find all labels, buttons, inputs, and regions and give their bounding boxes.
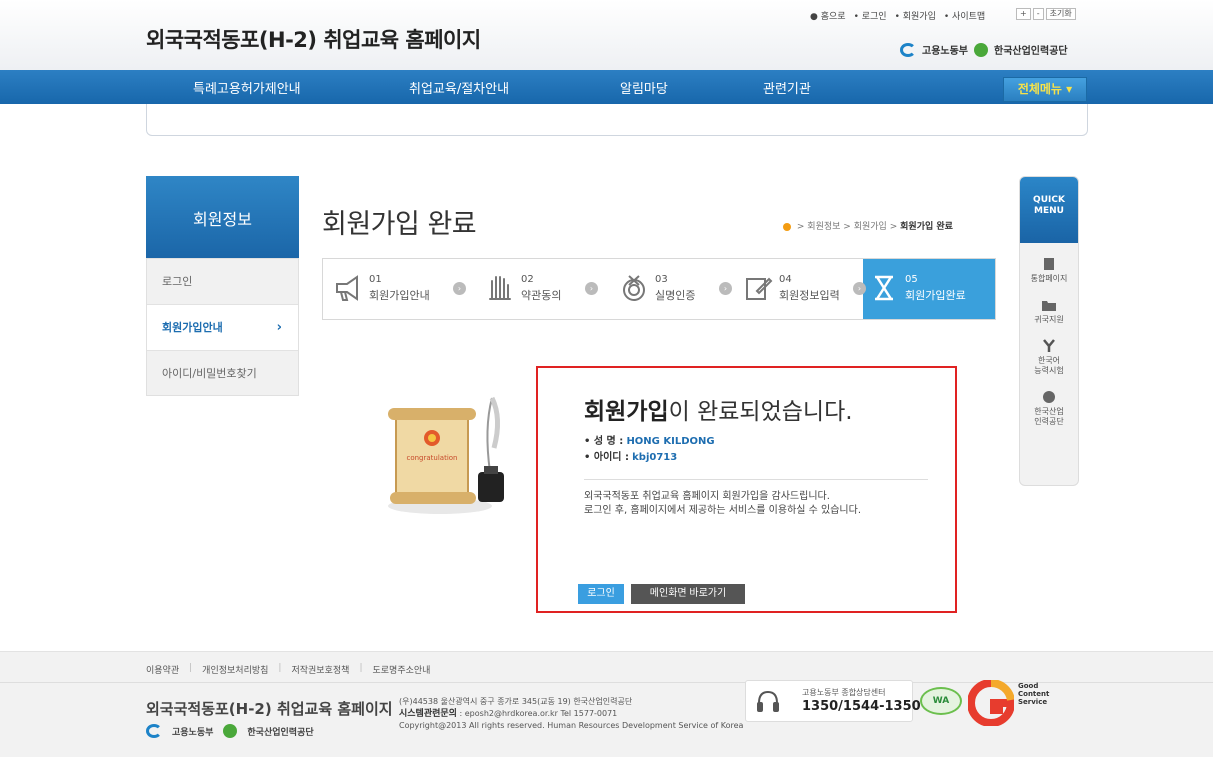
signup-link[interactable]: • 회원가입	[895, 9, 936, 22]
step-1: 01 회원가입안내	[333, 259, 453, 319]
member-info: • 성 명 : HONG KILDONG • 아이디 : kbj0713	[584, 434, 715, 466]
headset-icon	[757, 690, 779, 712]
step-arrow-icon: ›	[719, 282, 732, 295]
megaphone-icon	[336, 275, 358, 301]
nav-item-notices[interactable]: 알림마당	[620, 78, 668, 97]
page: 외국국적동포(H-2) 취업교육 홈페이지 ● 홈으로 • 로그인 • 회원가입…	[0, 0, 1213, 757]
congratulation-scroll-illustration: congratulation	[388, 396, 504, 514]
moel-logo-icon	[146, 724, 162, 738]
nav-item-special-permit[interactable]: 특례고용허가제안내	[193, 78, 301, 97]
chevron-right-icon: ›	[276, 320, 282, 335]
hrdkorea-icon	[1043, 391, 1055, 403]
footer: 이용약관 | 개인정보처리방침 | 저작권보호정책 | 도로명주소안내 외국국적동포(…	[0, 651, 1213, 757]
good-content-logo-icon	[968, 680, 1014, 726]
go-main-button[interactable]: 메인화면 바로가기	[631, 584, 745, 604]
step-3: 03 실명인증	[619, 259, 729, 319]
all-menu-button[interactable]: 전체메뉴 ▾	[1003, 77, 1087, 102]
left-menu-item-find-account[interactable]: 아이디/비밀번호찾기	[147, 351, 298, 397]
breadcrumb-member[interactable]: 회원정보	[807, 222, 840, 232]
step-4: 04 회원정보입력	[743, 259, 861, 319]
call-center-box: 고용노동부 종합상담센터 1350/1544-1350	[745, 680, 921, 722]
nav-item-education[interactable]: 취업교육/절차안내	[409, 78, 509, 97]
page-title: 회원가입 완료	[322, 209, 477, 240]
hrdkorea-logo-icon	[223, 724, 238, 738]
site-title[interactable]: 외국국적동포(H-2) 취업교육 홈페이지	[146, 24, 481, 54]
fingerprint-icon	[623, 275, 645, 301]
quick-item-integrated[interactable]: 통합페이지	[1020, 257, 1078, 284]
document-edit-icon	[746, 277, 773, 300]
footer-link-privacy[interactable]: 개인정보처리방침	[202, 663, 268, 676]
good-content-service-label: Good Content Service	[1018, 682, 1050, 706]
hrdkorea-logo-text[interactable]: 한국산업인력공단	[994, 42, 1068, 57]
header-logos: 고용노동부 한국산업인력공단	[900, 42, 1068, 57]
quick-item-return-support[interactable]: 귀국지원	[1020, 298, 1078, 325]
signup-steps: 01 회원가입안내 › 02 약관동의 › 03 실명인증 › 04 회원정보입…	[322, 258, 996, 320]
nav-item-related[interactable]: 관련기관	[763, 78, 811, 97]
moel-logo-icon	[900, 42, 916, 57]
login-button[interactable]: 로그인	[578, 584, 624, 604]
font-decrease-button[interactable]: -	[1032, 8, 1044, 20]
divider	[584, 479, 928, 480]
utility-links: ● 홈으로 • 로그인 • 회원가입 • 사이트맵	[810, 9, 985, 22]
left-menu: 로그인 회원가입안내 › 아이디/비밀번호찾기	[146, 258, 299, 396]
left-menu-item-signup[interactable]: 회원가입안내 ›	[147, 305, 298, 351]
step-2: 02 약관동의	[485, 259, 595, 319]
quick-menu: QUICK MENU 통합페이지 귀국지원 한국어 능력시험 한국산업 인력공단	[1019, 176, 1079, 486]
name-label: • 성 명 :	[584, 436, 624, 447]
login-link[interactable]: • 로그인	[854, 9, 887, 22]
quick-menu-title: QUICK MENU	[1020, 177, 1078, 243]
home-link[interactable]: ● 홈으로	[810, 9, 846, 22]
breadcrumb-signup[interactable]: 회원가입	[854, 222, 887, 232]
sitemap-link[interactable]: • 사이트맵	[944, 9, 985, 22]
font-reset-button[interactable]: 초기화	[1045, 8, 1076, 20]
footer-link-address[interactable]: 도로명주소안내	[372, 663, 430, 676]
top-header: 외국국적동포(H-2) 취업교육 홈페이지 ● 홈으로 • 로그인 • 회원가입…	[0, 0, 1213, 70]
quick-item-hrdkorea[interactable]: 한국산업 인력공단	[1020, 390, 1078, 427]
signup-complete-box: 회원가입이 완료되었습니다. • 성 명 : HONG KILDONG • 아이…	[536, 366, 957, 613]
footer-link-copyright[interactable]: 저작권보호정책	[291, 663, 349, 676]
sub-nav-bar	[146, 104, 1088, 136]
step-arrow-icon: ›	[585, 282, 598, 295]
footer-links: 이용약관 | 개인정보처리방침 | 저작권보호정책 | 도로명주소안내	[146, 663, 431, 676]
breadcrumb-current: 회원가입 완료	[900, 222, 953, 232]
call-number: 1350/1544-1350	[802, 699, 921, 714]
footer-title: 외국국적동포(H-2) 취업교육 홈페이지	[146, 700, 393, 718]
quick-item-korean-test[interactable]: 한국어 능력시험	[1020, 339, 1078, 376]
complete-message: 회원가입이 완료되었습니다.	[584, 399, 853, 425]
footer-logos: 고용노동부 한국산업인력공단	[146, 724, 314, 738]
step-arrow-icon: ›	[853, 282, 866, 295]
svg-text:congratulation: congratulation	[406, 454, 457, 462]
step-arrow-icon: ›	[453, 282, 466, 295]
step-5-active: 05 회원가입완료	[863, 259, 995, 319]
name-value: HONG KILDONG	[626, 436, 715, 447]
moel-logo-text[interactable]: 고용노동부	[922, 42, 968, 57]
folder-icon	[1042, 301, 1056, 311]
font-size-controls: + - 초기화	[1016, 8, 1076, 20]
left-menu-title: 회원정보	[146, 176, 299, 258]
hourglass-icon	[875, 275, 893, 301]
font-increase-button[interactable]: +	[1016, 8, 1031, 20]
y-symbol-icon	[1043, 339, 1055, 352]
left-menu-item-login[interactable]: 로그인	[147, 259, 298, 305]
book-icon	[1044, 258, 1054, 270]
hand-icon	[489, 276, 511, 300]
web-accessibility-badge: WA	[920, 687, 962, 715]
footer-address: (우)44538 울산광역시 중구 종가로 345(교동 19) 한국산업인력공…	[399, 697, 744, 730]
home-icon[interactable]	[783, 222, 791, 231]
breadcrumb: > 회원정보 > 회원가입 > 회원가입 완료	[783, 219, 953, 232]
id-label: • 아이디 :	[584, 452, 629, 463]
id-value: kbj0713	[632, 452, 678, 463]
hrdkorea-logo-icon	[974, 42, 988, 57]
footer-link-terms[interactable]: 이용약관	[146, 663, 179, 676]
thank-you-message: 외국국적동포 취업교육 홈페이지 회원가입을 감사드립니다. 로그인 후, 홈페…	[584, 491, 862, 516]
